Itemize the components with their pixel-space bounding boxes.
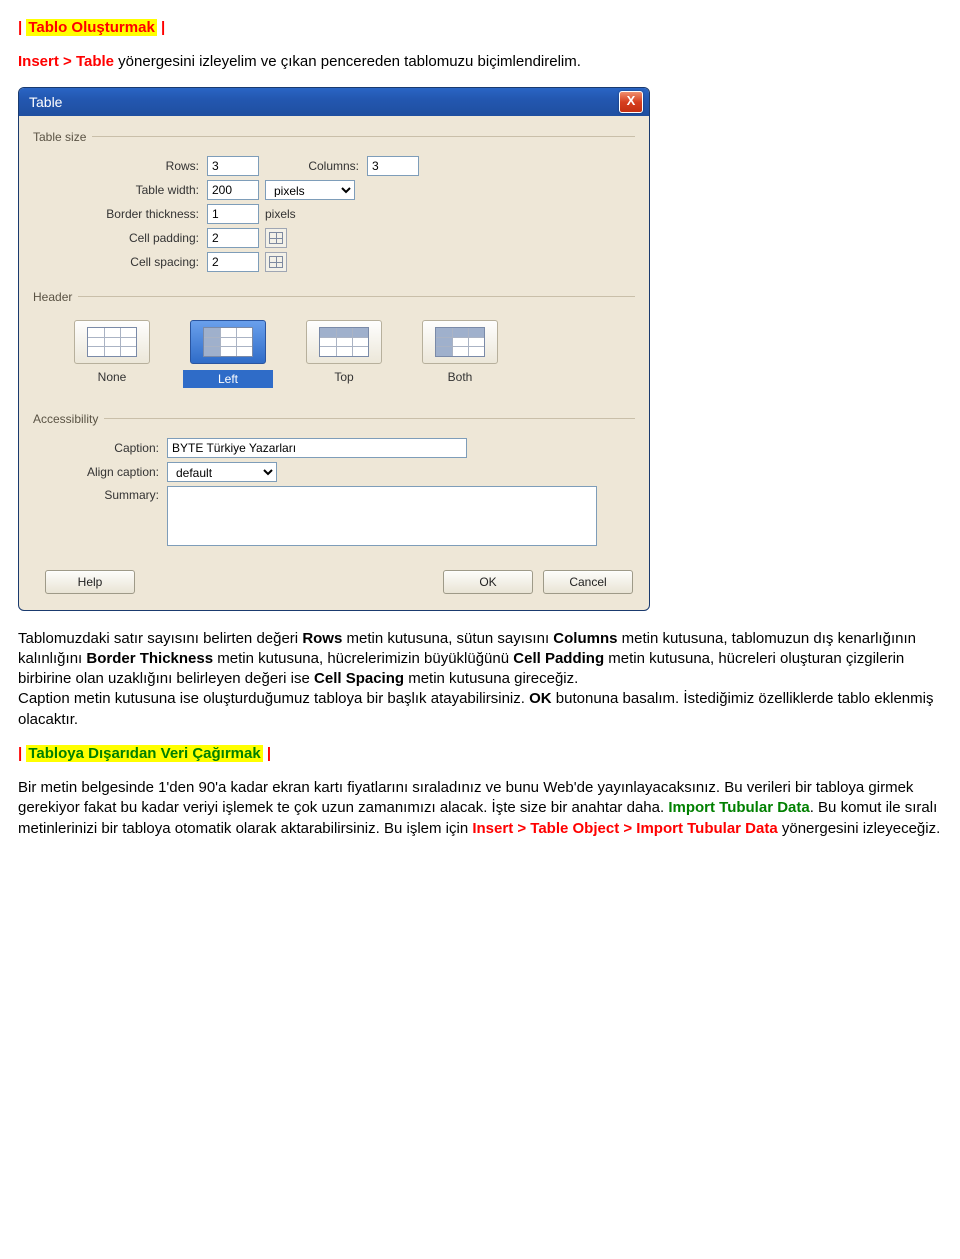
legend-accessibility: Accessibility bbox=[33, 412, 104, 426]
menu-path: Insert > Table bbox=[18, 53, 114, 70]
label-caption: Caption: bbox=[39, 441, 167, 455]
cell-padding-input[interactable] bbox=[207, 228, 259, 248]
header-option-top[interactable]: Top bbox=[299, 320, 389, 388]
table-width-input[interactable] bbox=[207, 180, 259, 200]
label-cell-spacing: Cell spacing: bbox=[39, 255, 207, 269]
group-accessibility: Accessibility Caption: Align caption: de… bbox=[33, 412, 635, 554]
dialog-title: Table bbox=[29, 94, 619, 110]
border-thickness-input[interactable] bbox=[207, 204, 259, 224]
close-icon[interactable]: X bbox=[619, 91, 643, 113]
titlebar: Table X bbox=[19, 88, 649, 116]
label-table-width: Table width: bbox=[39, 183, 207, 197]
section2-title: Tabloya Dışarıdan Veri Çağırmak bbox=[26, 745, 262, 762]
cell-padding-icon[interactable] bbox=[265, 228, 287, 248]
pipe: | bbox=[267, 745, 271, 762]
intro-paragraph: Insert > Table yönergesini izleyelim ve … bbox=[18, 52, 942, 72]
cancel-button[interactable]: Cancel bbox=[543, 570, 633, 594]
header-option-both[interactable]: Both bbox=[415, 320, 505, 388]
label-cell-padding: Cell padding: bbox=[39, 231, 207, 245]
paragraph-2: Tablomuzdaki satır sayısını belirten değ… bbox=[18, 629, 942, 730]
label-summary: Summary: bbox=[39, 486, 167, 502]
border-thickness-unit: pixels bbox=[265, 207, 296, 221]
group-table-size: Table size Rows: Columns: Table width: p… bbox=[33, 130, 635, 280]
legend-header: Header bbox=[33, 290, 78, 304]
group-header: Header None bbox=[33, 290, 635, 402]
caption-input[interactable] bbox=[167, 438, 467, 458]
header-option-none[interactable]: None bbox=[67, 320, 157, 388]
ok-button[interactable]: OK bbox=[443, 570, 533, 594]
help-button[interactable]: Help bbox=[45, 570, 135, 594]
header-option-left-label: Left bbox=[183, 370, 273, 388]
section1-title: Tablo Oluşturmak bbox=[26, 19, 156, 36]
label-border-thickness: Border thickness: bbox=[39, 207, 207, 221]
label-align-caption: Align caption: bbox=[39, 465, 167, 479]
paragraph-4: Bir metin belgesinde 1'den 90'a kadar ek… bbox=[18, 778, 942, 839]
summary-textarea[interactable] bbox=[167, 486, 597, 546]
table-dialog: Table X Table size Rows: Columns: Table … bbox=[18, 87, 650, 611]
cell-spacing-input[interactable] bbox=[207, 252, 259, 272]
header-option-none-label: None bbox=[67, 370, 157, 384]
pipe: | bbox=[18, 745, 22, 762]
intro-rest: yönergesini izleyelim ve çıkan pencerede… bbox=[114, 53, 581, 70]
header-option-left[interactable]: Left bbox=[183, 320, 273, 388]
rows-input[interactable] bbox=[207, 156, 259, 176]
align-caption-select[interactable]: default bbox=[167, 462, 277, 482]
columns-input[interactable] bbox=[367, 156, 419, 176]
pipe: | bbox=[18, 19, 22, 36]
pipe: | bbox=[161, 19, 165, 36]
cell-spacing-icon[interactable] bbox=[265, 252, 287, 272]
header-option-both-label: Both bbox=[415, 370, 505, 384]
legend-table-size: Table size bbox=[33, 130, 92, 144]
table-width-unit-select[interactable]: pixels bbox=[265, 180, 355, 200]
label-rows: Rows: bbox=[39, 159, 207, 173]
header-option-top-label: Top bbox=[299, 370, 389, 384]
label-columns: Columns: bbox=[259, 159, 367, 173]
